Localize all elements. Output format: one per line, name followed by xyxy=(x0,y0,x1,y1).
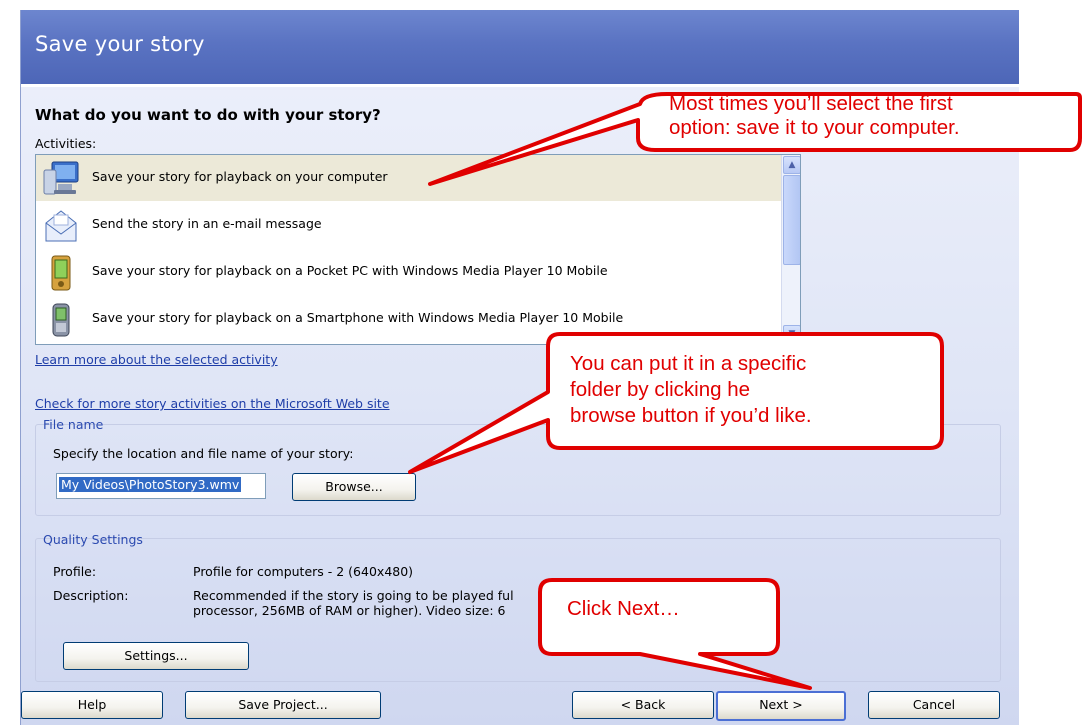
check-more-activities-link[interactable]: Check for more story activities on the M… xyxy=(35,396,390,411)
browse-button[interactable]: Browse... xyxy=(292,473,416,501)
file-path-input[interactable]: My Videos\PhotoStory3.wmv xyxy=(56,473,266,499)
activity-item-smartphone[interactable]: Save your story for playback on a Smartp… xyxy=(36,296,781,342)
help-button[interactable]: Help xyxy=(21,691,163,719)
profile-value: Profile for computers - 2 (640x480) xyxy=(193,564,414,579)
scrollbar-thumb[interactable] xyxy=(783,175,800,265)
envelope-icon xyxy=(45,210,77,242)
learn-more-link[interactable]: Learn more about the selected activity xyxy=(35,352,278,367)
callout-first-line-1: Most times you’ll select the first xyxy=(669,92,953,115)
scroll-up-button[interactable]: ▲ xyxy=(783,156,800,174)
scroll-down-button[interactable]: ▼ xyxy=(783,325,800,343)
activity-item-pocket-pc[interactable]: Save your story for playback on a Pocket… xyxy=(36,249,781,295)
quality-settings-title: Quality Settings xyxy=(43,532,143,547)
next-button[interactable]: Next > xyxy=(716,691,846,721)
cancel-button[interactable]: Cancel xyxy=(868,691,1000,719)
callout-browse-line-3: browse button if you’d like. xyxy=(570,404,812,427)
file-path-value: My Videos\PhotoStory3.wmv xyxy=(59,477,242,492)
computer-icon xyxy=(43,161,79,195)
callout-next-text: Click Next… xyxy=(567,597,680,620)
activity-list[interactable]: Save your story for playback on your com… xyxy=(35,154,801,345)
activity-label: Send the story in an e-mail message xyxy=(92,216,322,231)
settings-button[interactable]: Settings... xyxy=(63,642,249,670)
window-header: Save your story xyxy=(21,10,1019,87)
question-heading: What do you want to do with your story? xyxy=(35,106,381,124)
description-line-1: Recommended if the story is going to be … xyxy=(193,588,514,603)
activity-label: Save your story for playback on a Smartp… xyxy=(92,310,624,325)
activity-label: Save your story for playback on your com… xyxy=(92,169,388,184)
back-button[interactable]: < Back xyxy=(572,691,714,719)
window-title: Save your story xyxy=(35,32,205,56)
save-project-button[interactable]: Save Project... xyxy=(185,691,381,719)
description-label: Description: xyxy=(53,588,129,603)
callout-first-line-2: option: save it to your computer. xyxy=(669,116,960,139)
activities-label: Activities: xyxy=(35,136,97,151)
profile-label: Profile: xyxy=(53,564,97,579)
file-name-group xyxy=(35,424,1001,516)
callout-browse-line-1: You can put it in a specific xyxy=(570,352,807,375)
activity-item-save-computer[interactable]: Save your story for playback on your com… xyxy=(36,155,781,201)
smartphone-icon xyxy=(52,303,70,337)
file-name-group-title: File name xyxy=(43,417,104,432)
activity-item-email[interactable]: Send the story in an e-mail message xyxy=(36,202,781,248)
file-location-prompt: Specify the location and file name of yo… xyxy=(53,446,354,461)
description-line-2: processor, 256MB of RAM or higher). Vide… xyxy=(193,603,506,618)
pocket-pc-icon xyxy=(51,255,71,291)
activity-label: Save your story for playback on a Pocket… xyxy=(92,263,608,278)
activity-scrollbar[interactable]: ▲ ▼ xyxy=(781,155,800,344)
callout-browse-line-2: folder by clicking he xyxy=(570,378,751,401)
